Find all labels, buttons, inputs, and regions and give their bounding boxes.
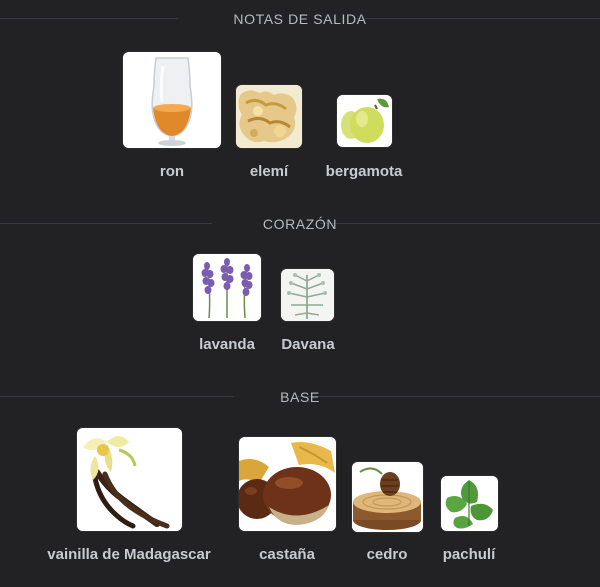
note-image-elemi[interactable] xyxy=(236,85,302,148)
vanilla-orchid-icon xyxy=(77,428,182,531)
note-label-lavanda[interactable]: lavanda xyxy=(187,336,267,354)
section-title: BASE xyxy=(280,389,320,405)
patchouli-leaf-icon xyxy=(441,476,498,531)
note-image-bergamota[interactable] xyxy=(337,95,392,147)
note-image-ron[interactable] xyxy=(123,52,221,148)
note-label-elemi[interactable]: elemí xyxy=(234,163,304,181)
note-label-pachuli[interactable]: pachulí xyxy=(429,546,509,564)
chestnut-icon xyxy=(239,437,336,531)
note-image-castana[interactable] xyxy=(239,437,336,531)
note-label-davana[interactable]: Davana xyxy=(268,336,348,354)
note-label-ron[interactable]: ron xyxy=(122,163,222,181)
note-image-pachuli[interactable] xyxy=(441,476,498,531)
section-base-notes: BASE xyxy=(0,387,600,407)
note-image-vainilla[interactable] xyxy=(77,428,182,531)
elemi-resin-icon xyxy=(236,85,302,148)
note-label-bergamota[interactable]: bergamota xyxy=(314,163,414,181)
section-heart-notes: CORAZÓN xyxy=(0,214,600,234)
note-image-cedro[interactable] xyxy=(352,462,423,532)
note-label-castana[interactable]: castaña xyxy=(237,546,337,564)
section-title: CORAZÓN xyxy=(262,216,338,232)
note-label-vainilla[interactable]: vainilla de Madagascar xyxy=(24,546,234,564)
davana-herb-icon xyxy=(281,269,334,321)
note-image-lavanda[interactable] xyxy=(193,254,261,321)
cedar-wood-icon xyxy=(352,462,423,532)
section-top-notes: NOTAS DE SALIDA xyxy=(0,9,600,29)
lavender-flower-icon xyxy=(193,254,261,321)
note-label-cedro[interactable]: cedro xyxy=(347,546,427,564)
note-image-davana[interactable] xyxy=(281,269,334,321)
bergamot-fruit-icon xyxy=(337,95,392,147)
section-title: NOTAS DE SALIDA xyxy=(233,11,367,27)
rum-glass-icon xyxy=(123,52,221,148)
